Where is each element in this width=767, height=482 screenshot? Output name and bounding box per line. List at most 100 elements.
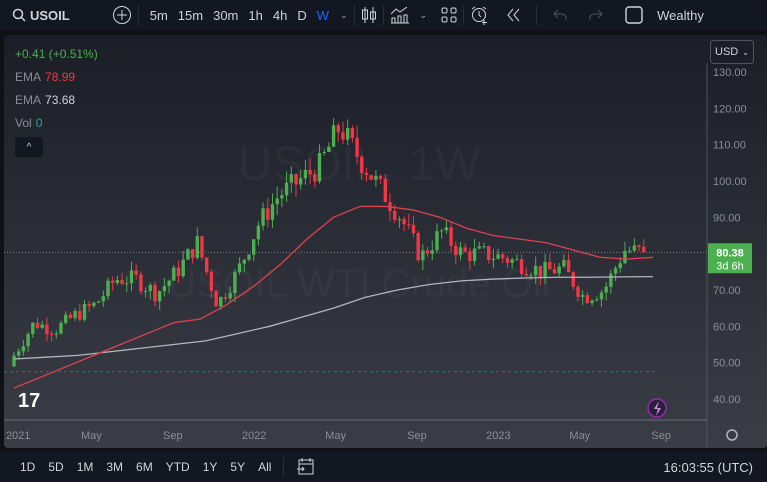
candle-body xyxy=(604,286,608,293)
candle-body xyxy=(223,297,228,299)
chart-type-button[interactable] xyxy=(361,0,377,30)
candle-body xyxy=(421,250,425,261)
candle-body xyxy=(345,127,350,140)
grid-icon xyxy=(441,7,457,23)
price-chart[interactable]: USOIL, 1WUSOIL WTI Crude Oil130.00120.00… xyxy=(4,35,767,448)
volume-legend[interactable]: Vol 0 xyxy=(15,112,98,135)
candle-body xyxy=(308,169,312,175)
candle-body xyxy=(313,174,317,182)
ema-fast-legend[interactable]: EMA 78.99 xyxy=(15,66,98,89)
divider xyxy=(283,457,285,477)
range-6m[interactable]: 6M xyxy=(136,460,153,474)
goto-date-button[interactable] xyxy=(296,457,314,478)
chevron-down-icon[interactable]: ⌄ xyxy=(420,0,428,30)
range-ytd[interactable]: YTD xyxy=(166,460,190,474)
candle-body xyxy=(468,251,472,261)
price-tag-value: 80.38 xyxy=(716,247,744,259)
interval-15m[interactable]: 15m xyxy=(178,0,203,30)
time-tick: May xyxy=(325,430,346,442)
candle-body xyxy=(533,265,538,276)
candle-body xyxy=(515,259,519,261)
price-tick: 40.00 xyxy=(713,394,741,406)
candle-body xyxy=(256,225,261,240)
interval-30m[interactable]: 30m xyxy=(213,0,238,30)
chevron-down-icon: ⌄ xyxy=(742,47,749,57)
range-all[interactable]: All xyxy=(258,460,271,474)
candle-body xyxy=(92,302,96,307)
range-1d[interactable]: 1D xyxy=(20,460,35,474)
candle-body xyxy=(78,311,82,320)
replay-button[interactable] xyxy=(506,0,522,30)
candle-body xyxy=(35,322,40,328)
interval-w[interactable]: W xyxy=(317,0,329,30)
alert-button[interactable] xyxy=(470,0,490,30)
candle-body xyxy=(247,254,251,260)
clock[interactable]: 16:03:55 (UTC) xyxy=(663,460,753,475)
candle-body xyxy=(407,224,411,226)
chart-pane[interactable]: USOIL, 1W USOIL WTI Crude Oil 130.00 120.00… xyxy=(4,35,767,448)
price-change: +0.41 (+0.51%) xyxy=(15,47,98,61)
candle-body xyxy=(449,227,453,246)
layout-checkbox-button[interactable] xyxy=(625,0,643,30)
chevron-down-icon[interactable]: ⌄ xyxy=(340,0,348,30)
price-tick: 70.00 xyxy=(713,285,741,297)
candle-body xyxy=(40,324,44,328)
divider xyxy=(353,5,355,25)
interval-5m[interactable]: 5m xyxy=(150,0,168,30)
candle-body xyxy=(157,291,162,302)
bottom-toolbar: 1D 5D 1M 3M 6M YTD 1Y 5Y All 16:03:55 (U… xyxy=(0,452,767,482)
candle-body xyxy=(552,269,557,274)
candle-body xyxy=(63,314,68,323)
candle-body xyxy=(341,132,345,140)
candle-body xyxy=(501,254,505,259)
indicators-button[interactable] xyxy=(390,0,410,30)
undo-button[interactable] xyxy=(553,0,567,30)
range-5y[interactable]: 5Y xyxy=(230,460,245,474)
chevron-up-icon: ^ xyxy=(26,141,32,153)
symbol-search[interactable]: USOIL xyxy=(12,0,70,30)
candle-body xyxy=(496,254,500,259)
candle-body xyxy=(12,355,16,367)
candle-body xyxy=(454,245,458,256)
divider xyxy=(137,5,139,25)
candle-body xyxy=(120,279,124,284)
candle-body xyxy=(96,301,101,303)
collapse-legend-button[interactable]: ^ xyxy=(15,137,43,157)
time-tick: Sep xyxy=(651,430,671,442)
undo-icon xyxy=(553,9,567,20)
candle-body xyxy=(538,265,543,278)
range-1m[interactable]: 1M xyxy=(77,460,94,474)
ema-slow-legend[interactable]: EMA 73.68 xyxy=(15,89,98,112)
candle-body xyxy=(266,208,270,220)
candle-body xyxy=(609,273,613,287)
candle-body xyxy=(186,249,190,260)
candle-body xyxy=(444,227,449,231)
interval-1h[interactable]: 1h xyxy=(248,0,262,30)
candle-body xyxy=(599,292,604,300)
candle-body xyxy=(632,245,637,251)
time-tick: 2022 xyxy=(242,430,266,442)
redo-button[interactable] xyxy=(589,0,603,30)
candle-body xyxy=(425,250,430,254)
candle-body xyxy=(392,211,397,220)
interval-4h[interactable]: 4h xyxy=(273,0,287,30)
candle-body xyxy=(110,280,115,283)
candle-body xyxy=(172,267,176,281)
range-3m[interactable]: 3M xyxy=(106,460,123,474)
currency-select[interactable]: USD ⌄ xyxy=(710,40,754,64)
range-1y[interactable]: 1Y xyxy=(203,460,218,474)
candle-body xyxy=(360,156,364,173)
alarm-clock-icon xyxy=(471,6,488,25)
candle-body xyxy=(298,178,303,185)
add-symbol-button[interactable] xyxy=(112,0,132,30)
ema-fast-value: 78.99 xyxy=(45,70,76,84)
account-name[interactable]: Wealthy xyxy=(657,0,704,30)
candle-body xyxy=(642,246,646,253)
candle-body xyxy=(139,274,143,292)
price-tick: 130.00 xyxy=(713,67,747,79)
interval-d[interactable]: D xyxy=(297,0,306,30)
range-5d[interactable]: 5D xyxy=(48,460,63,474)
price-tick: 120.00 xyxy=(713,103,747,115)
candle-body xyxy=(505,258,510,263)
layouts-button[interactable] xyxy=(441,0,457,30)
